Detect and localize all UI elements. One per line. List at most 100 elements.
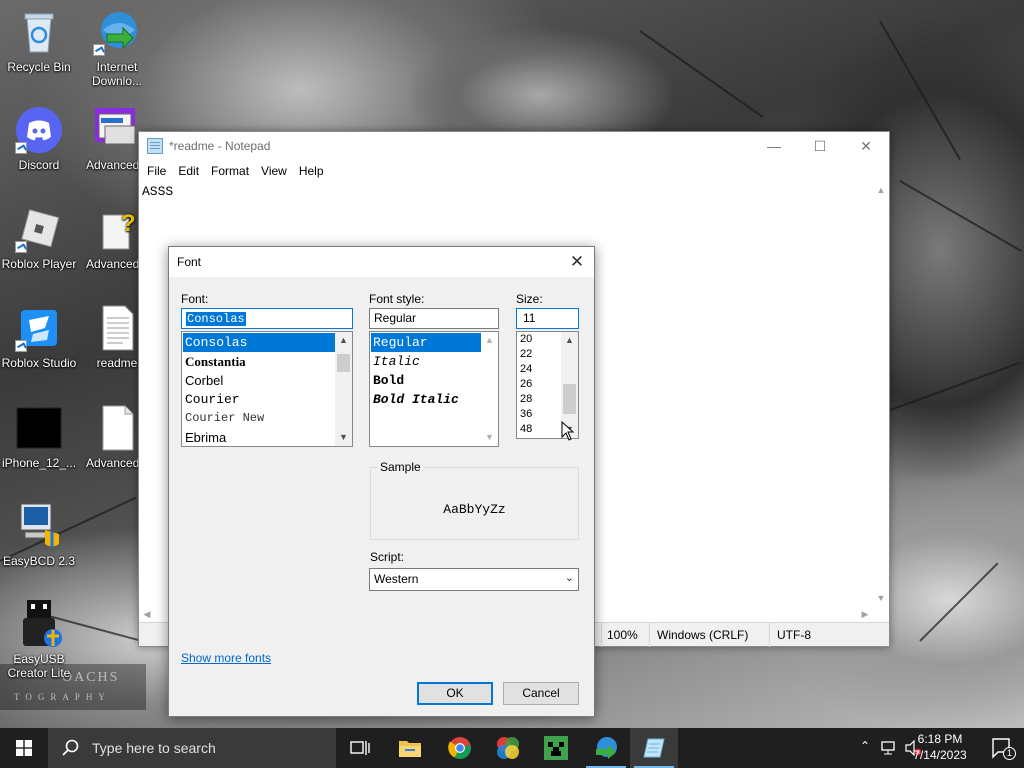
chevron-down-icon[interactable]: ▼: [335, 429, 352, 446]
font-item-corbel[interactable]: Corbel: [183, 371, 335, 390]
desktop-icon-label: Roblox Player: [1, 257, 77, 271]
easyusb-creator-icon: [15, 600, 63, 648]
desktop-icon-label: EasyUSB Creator Lite: [7, 652, 71, 680]
taskbar-notepad[interactable]: [630, 728, 678, 768]
font-name-value: Consolas: [186, 312, 246, 326]
start-button[interactable]: [0, 728, 48, 768]
font-item-constantia[interactable]: Constantia: [183, 352, 335, 371]
color-app-icon: [497, 737, 519, 759]
chevron-up-icon[interactable]: ▲: [481, 332, 498, 349]
chevron-up-icon[interactable]: ▲: [561, 332, 578, 349]
maximize-button[interactable]: ☐: [797, 132, 843, 160]
taskbar-minecraft[interactable]: [532, 728, 580, 768]
desktop-icon-discord[interactable]: Discord: [0, 106, 78, 172]
menu-view[interactable]: View: [255, 164, 293, 178]
scroll-left-icon[interactable]: ◀: [139, 606, 155, 622]
mouse-cursor-icon: [561, 421, 575, 441]
font-item-courier-new[interactable]: Courier New: [183, 409, 335, 428]
font-list-scrollbar[interactable]: ▲ ▼: [335, 332, 352, 446]
font-style-value: Regular: [374, 311, 417, 325]
blank-document-icon: [93, 404, 141, 452]
desktop-icon-label: Recycle Bin: [7, 60, 71, 74]
style-item-bold[interactable]: Bold: [371, 371, 481, 390]
black-image-icon: [15, 404, 63, 452]
taskbar-clock[interactable]: 6:18 PM 7/14/2023: [904, 731, 976, 763]
notepad-titlebar[interactable]: *readme - Notepad — ☐ ✕: [139, 132, 889, 160]
size-item[interactable]: 28: [518, 392, 532, 407]
desktop-icon-internet-download-manager[interactable]: Internet Downlo...: [78, 8, 156, 88]
font-style-label: Font style:: [369, 292, 425, 306]
notepad-icon: [643, 738, 665, 758]
show-more-fonts-link[interactable]: Show more fonts: [181, 651, 271, 665]
script-select[interactable]: Western ⌄: [369, 568, 579, 591]
font-item-consolas[interactable]: Consolas: [183, 333, 335, 352]
notification-center-button[interactable]: 1: [990, 736, 1016, 760]
windows-logo-icon: [16, 740, 32, 756]
size-label: Size:: [516, 292, 543, 306]
chrome-icon: [448, 737, 471, 759]
desktop-icon-iphone[interactable]: iPhone_12_...: [0, 404, 78, 470]
script-label: Script:: [370, 550, 405, 564]
desktop-icon-recycle-bin[interactable]: Recycle Bin: [0, 8, 78, 74]
menu-format[interactable]: Format: [205, 164, 255, 178]
clock-time: 6:18 PM: [917, 732, 963, 746]
notepad-text-area[interactable]: ASSS: [142, 184, 173, 199]
menu-help[interactable]: Help: [293, 164, 330, 178]
notepad-title: *readme - Notepad: [169, 139, 271, 153]
scrollbar-thumb[interactable]: [337, 354, 350, 372]
size-item[interactable]: 26: [518, 377, 532, 392]
font-size-input[interactable]: 11: [516, 308, 579, 329]
menu-file[interactable]: File: [141, 164, 172, 178]
size-item[interactable]: 48: [518, 422, 532, 437]
chevron-down-icon: ⌄: [564, 572, 574, 584]
scroll-up-icon[interactable]: ▲: [873, 182, 889, 198]
size-item[interactable]: 24: [518, 362, 532, 377]
dialog-close-icon[interactable]: ✕: [560, 247, 594, 277]
desktop-icon-easyusb[interactable]: EasyUSB Creator Lite: [0, 600, 78, 680]
style-item-bold-italic[interactable]: Bold Italic: [371, 390, 481, 409]
chevron-up-icon[interactable]: ⌃: [860, 739, 870, 753]
ok-button[interactable]: OK: [417, 682, 493, 705]
notepad-vertical-scrollbar[interactable]: ▲ ▼: [873, 182, 889, 606]
network-icon[interactable]: [880, 740, 898, 756]
desktop-icon-label: Roblox Studio: [1, 356, 77, 370]
font-list[interactable]: Consolas Constantia Corbel Courier Couri…: [181, 331, 353, 447]
chevron-up-icon[interactable]: ▲: [335, 332, 352, 349]
desktop-icon-label: EasyBCD 2.3: [2, 554, 76, 568]
font-style-list[interactable]: Regular Italic Bold Bold Italic ▲ ▼: [369, 331, 499, 447]
minimize-button[interactable]: —: [751, 132, 797, 160]
font-name-input[interactable]: Consolas: [181, 308, 353, 329]
svg-text:?: ?: [121, 210, 136, 237]
desktop-icon-roblox-player[interactable]: Roblox Player: [0, 205, 78, 271]
taskbar-search-box[interactable]: Type here to search: [48, 728, 336, 768]
font-item-courier[interactable]: Courier: [183, 390, 335, 409]
taskbar-file-explorer[interactable]: [386, 728, 434, 768]
font-dialog[interactable]: Font ✕ Font: Consolas Consolas Constanti…: [168, 246, 595, 717]
font-item-ebrima[interactable]: Ebrima: [183, 428, 335, 446]
chevron-down-icon[interactable]: ▼: [481, 429, 498, 446]
status-zoom: 100%: [607, 628, 638, 642]
taskbar-internet-download-manager[interactable]: [582, 728, 630, 768]
scrollbar-thumb[interactable]: [563, 384, 576, 414]
search-icon: [62, 739, 79, 756]
close-button[interactable]: ✕: [843, 132, 889, 160]
size-item[interactable]: 22: [518, 347, 532, 362]
scroll-right-icon[interactable]: ▶: [857, 606, 873, 622]
status-line-ending: Windows (CRLF): [657, 628, 749, 642]
style-item-regular[interactable]: Regular: [371, 333, 481, 352]
taskbar-chrome[interactable]: [436, 728, 484, 768]
size-item[interactable]: 20: [518, 332, 532, 347]
taskbar-color-app[interactable]: [484, 728, 532, 768]
cancel-button[interactable]: Cancel: [503, 682, 579, 705]
desktop-icon-label: iPhone_12_...: [1, 456, 77, 470]
desktop-icon-roblox-studio[interactable]: Roblox Studio: [0, 304, 78, 370]
font-style-input[interactable]: Regular: [369, 308, 499, 329]
desktop-icon-easybcd[interactable]: EasyBCD 2.3: [0, 502, 78, 568]
size-item[interactable]: 36: [518, 407, 532, 422]
taskbar-task-view[interactable]: [336, 728, 384, 768]
style-list-scrollbar[interactable]: ▲ ▼: [481, 332, 498, 446]
menu-edit[interactable]: Edit: [172, 164, 205, 178]
style-item-italic[interactable]: Italic: [371, 352, 481, 371]
scroll-down-icon[interactable]: ▼: [873, 590, 889, 606]
font-dialog-titlebar[interactable]: Font ✕: [169, 247, 594, 277]
